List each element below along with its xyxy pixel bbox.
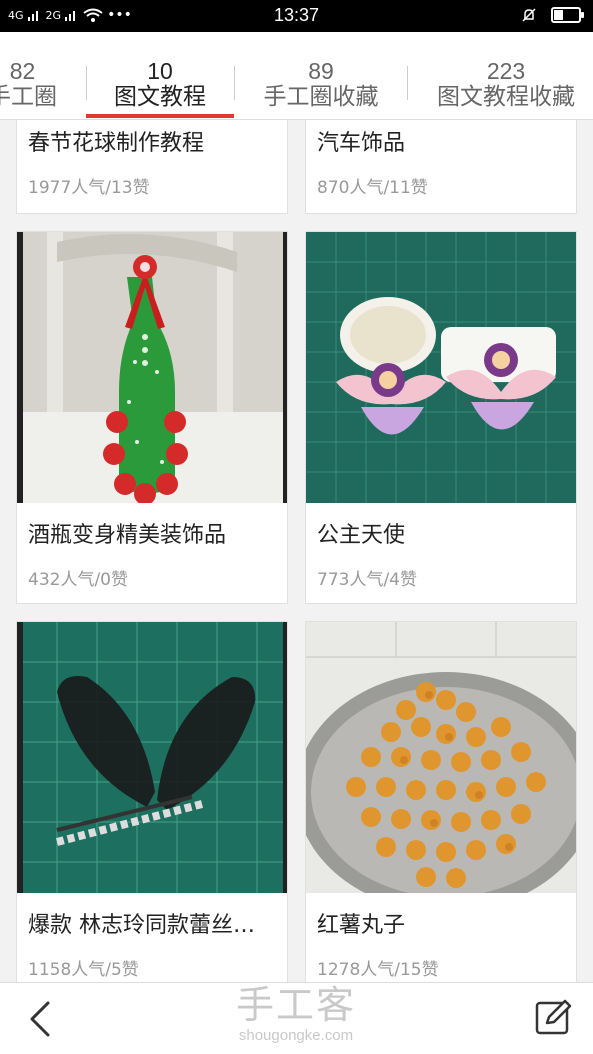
- card-title: 春节花球制作教程: [28, 131, 205, 156]
- clock: 13:37: [273, 5, 320, 25]
- tutorial-card[interactable]: 红薯丸子 1278人气/15赞: [305, 621, 577, 982]
- watermark-logo: 手工客 shougongke.com: [216, 983, 376, 1045]
- back-button[interactable]: [22, 997, 62, 1041]
- card-meta: 1278人气/15赞: [317, 960, 439, 980]
- edit-button[interactable]: [531, 995, 575, 1039]
- bell-muted-icon: [522, 8, 536, 22]
- tutorial-card[interactable]: 公主天使 773人气/4赞: [305, 231, 577, 604]
- card-image-bottle: [17, 232, 287, 503]
- tab-count: 82: [9, 58, 36, 84]
- tab-divider: [407, 66, 408, 100]
- bottle-decoration-image: [17, 232, 287, 503]
- tutorial-card[interactable]: 汽车饰品 870人气/11赞: [305, 120, 577, 214]
- tab-label: 图文教程: [114, 84, 206, 110]
- card-title: 公主天使: [317, 523, 406, 548]
- chevron-left-icon: [30, 1001, 50, 1037]
- tutorial-card[interactable]: 酒瓶变身精美装饰品 432人气/0赞: [16, 231, 288, 604]
- card-meta: 773人气/4赞: [317, 570, 417, 590]
- status-right: [521, 7, 584, 23]
- sweet-potato-balls-image: [306, 622, 576, 893]
- status-bar: 4G 2G ••• 13:37: [0, 0, 593, 32]
- tab-handcraft-circle[interactable]: 82 手工圈: [0, 32, 85, 120]
- tab-tutorial-favorites[interactable]: 223 图文教程收藏: [418, 32, 593, 120]
- tab-handcraft-favorites[interactable]: 89 手工圈收藏: [236, 32, 406, 120]
- watermark-url: shougongke.com: [238, 1027, 354, 1044]
- tutorial-card[interactable]: 春节花球制作教程 1977人气/13赞: [16, 120, 288, 214]
- tab-count: 223: [486, 58, 526, 84]
- card-title: 汽车饰品: [317, 131, 406, 156]
- card-meta: 1977人气/13赞: [28, 178, 150, 198]
- card-meta: 870人气/11赞: [317, 178, 428, 198]
- princess-angel-image: [306, 232, 576, 503]
- tab-label: 手工圈收藏: [263, 84, 379, 110]
- card-image-bunny-ears: [17, 622, 287, 893]
- card-image-princess: [306, 232, 576, 503]
- battery-icon: [551, 7, 584, 23]
- card-meta: 432人气/0赞: [28, 570, 128, 590]
- card-title: 酒瓶变身精美装饰品: [28, 523, 227, 548]
- tab-label: 手工圈: [0, 84, 57, 110]
- tab-bar: 82 手工圈 10 图文教程 89 手工圈收藏 223 图文教程收藏: [0, 32, 593, 120]
- tab-tutorials[interactable]: 10 图文教程: [86, 32, 234, 120]
- tab-divider: [234, 66, 235, 100]
- card-title: 爆款 林志玲同款蕾丝…: [28, 913, 255, 938]
- watermark-text: 手工客: [235, 983, 356, 1027]
- card-meta: 1158人气/5赞: [28, 960, 139, 980]
- active-tab-indicator: [86, 114, 234, 118]
- card-image-sweet-potato: [306, 622, 576, 893]
- tutorial-grid: 春节花球制作教程 1977人气/13赞 汽车饰品 870人气/11赞 酒瓶变身精…: [0, 120, 593, 982]
- edit-icon: [535, 999, 572, 1035]
- card-title: 红薯丸子: [317, 913, 406, 938]
- tutorial-card[interactable]: 爆款 林志玲同款蕾丝… 1158人气/5赞: [16, 621, 288, 982]
- bottom-bar: 手工客 shougongke.com: [0, 982, 593, 1054]
- tab-count: 10: [147, 58, 173, 84]
- tab-count: 89: [308, 58, 334, 84]
- tab-label: 图文教程收藏: [437, 84, 575, 110]
- bunny-ear-hairpin-image: [17, 622, 287, 893]
